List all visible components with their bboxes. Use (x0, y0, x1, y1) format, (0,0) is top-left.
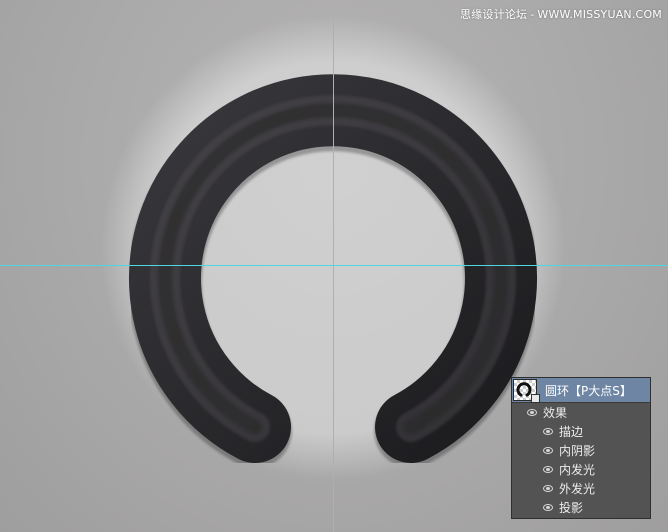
effect-item-outer-glow[interactable]: 外发光 (512, 479, 650, 498)
effects-group-label: 效果 (543, 406, 568, 420)
watermark-site-url: WWW.MISSYUAN.COM (537, 8, 662, 21)
watermark: 思缘设计论坛 - WWW.MISSYUAN.COM (460, 8, 662, 21)
effect-item-inner-shadow[interactable]: 内阴影 (512, 441, 650, 460)
effect-label: 描边 (559, 425, 584, 439)
effect-label: 内发光 (559, 463, 596, 477)
canvas: 思缘设计论坛 - WWW.MISSYUAN.COM 圆环【P大点S】 效果 描边 内… (0, 0, 668, 532)
eye-icon[interactable] (543, 485, 553, 492)
eye-icon[interactable] (543, 428, 553, 435)
eye-icon[interactable] (543, 447, 553, 454)
effect-item-inner-glow[interactable]: 内发光 (512, 460, 650, 479)
effect-label: 外发光 (559, 482, 596, 496)
layer-name: 圆环【P大点S】 (545, 383, 632, 398)
ring-thumbnail-icon (516, 382, 532, 397)
layer-thumbnail[interactable] (513, 379, 540, 403)
layers-panel: 圆环【P大点S】 效果 描边 内阴影 内发光 外发光 投影 (511, 377, 651, 519)
effect-item-stroke[interactable]: 描边 (512, 422, 650, 441)
layer-row-ring[interactable]: 圆环【P大点S】 (512, 378, 650, 403)
horizontal-guide-line[interactable] (0, 265, 668, 266)
eye-icon[interactable] (543, 466, 553, 473)
effects-group[interactable]: 效果 (512, 403, 650, 422)
watermark-site-name: 思缘设计论坛 (460, 8, 528, 21)
vertical-guide-line[interactable] (333, 0, 334, 532)
layer-mask-icon (531, 394, 540, 403)
effect-label: 内阴影 (559, 444, 596, 458)
eye-icon[interactable] (527, 409, 537, 416)
effect-label: 投影 (559, 501, 584, 515)
effect-item-drop-shadow[interactable]: 投影 (512, 498, 650, 517)
eye-icon[interactable] (543, 504, 553, 511)
